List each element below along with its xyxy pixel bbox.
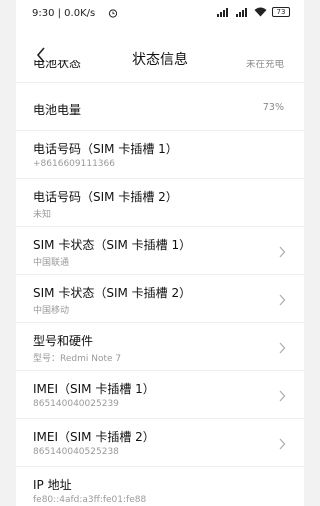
row-title: 电池电量 — [33, 103, 82, 117]
status-icons: 73 — [216, 7, 290, 17]
row-title: IMEI（SIM 卡插槽 1） — [33, 382, 155, 396]
row-title: SIM 卡状态（SIM 卡插槽 1） — [33, 238, 192, 252]
list-item-sim-status-2[interactable]: SIM 卡状态（SIM 卡插槽 2） 中国移动 — [16, 275, 304, 323]
row-title: IP 地址 — [33, 478, 72, 492]
alarm-icon — [108, 9, 118, 18]
wifi-icon — [254, 7, 267, 17]
chevron-right-icon — [279, 294, 286, 306]
status-list: 电池状态 未在充电 电池电量 73% 电话号码（SIM 卡插槽 1） +8616… — [16, 60, 304, 506]
chevron-right-icon — [279, 342, 286, 354]
row-title: IMEI（SIM 卡插槽 2） — [33, 430, 155, 444]
list-item-ip-address: IP 地址 fe80::4afd:a3ff:fe01:fe88 — [16, 467, 304, 506]
status-time: 9:30 | 0.0K/s — [32, 8, 96, 19]
list-item-sim-status-1[interactable]: SIM 卡状态（SIM 卡插槽 1） 中国联通 — [16, 227, 304, 275]
row-subtitle: 中国联通 — [33, 258, 70, 268]
status-bar: 9:30 | 0.0K/s 73 — [16, 0, 304, 30]
list-item-model-hardware[interactable]: 型号和硬件 型号：Redmi Note 7 — [16, 323, 304, 371]
chevron-right-icon — [279, 438, 286, 450]
row-subtitle: 865140040025239 — [33, 399, 119, 409]
phone-screen: 9:30 | 0.0K/s 73 状态信息 电池状态 未在充电 电池电量 73%… — [16, 0, 304, 506]
list-item-phone-number-sim1: 电话号码（SIM 卡插槽 1） +8616609111366 — [16, 131, 304, 179]
chevron-right-icon — [279, 246, 286, 258]
row-title: 电话号码（SIM 卡插槽 1） — [33, 142, 178, 156]
row-subtitle: 未知 — [33, 210, 52, 220]
row-title: 电话号码（SIM 卡插槽 2） — [33, 190, 178, 204]
signal-icon — [217, 8, 228, 17]
list-item-imei-sim1[interactable]: IMEI（SIM 卡插槽 1） 865140040025239 — [16, 371, 304, 419]
row-subtitle: 中国移动 — [33, 306, 70, 316]
signal-icon — [236, 8, 247, 17]
list-item-imei-sim2[interactable]: IMEI（SIM 卡插槽 2） 865140040525238 — [16, 419, 304, 467]
row-value: 73% — [262, 102, 284, 113]
chevron-right-icon — [279, 390, 286, 402]
row-value: 未在充电 — [245, 60, 284, 70]
row-title: 型号和硬件 — [33, 334, 94, 348]
row-subtitle: 865140040525238 — [33, 447, 119, 457]
row-title: 电池状态 — [33, 60, 82, 70]
row-subtitle: +8616609111366 — [33, 159, 115, 169]
row-subtitle: 型号：Redmi Note 7 — [33, 354, 122, 364]
list-item-battery-status: 电池状态 未在充电 — [16, 60, 304, 83]
battery-icon: 73 — [272, 7, 290, 17]
list-item-phone-number-sim2: 电话号码（SIM 卡插槽 2） 未知 — [16, 179, 304, 227]
row-subtitle: fe80::4afd:a3ff:fe01:fe88 — [33, 495, 147, 505]
row-title: SIM 卡状态（SIM 卡插槽 2） — [33, 286, 192, 300]
list-item-battery-level: 电池电量 73% — [16, 83, 304, 131]
